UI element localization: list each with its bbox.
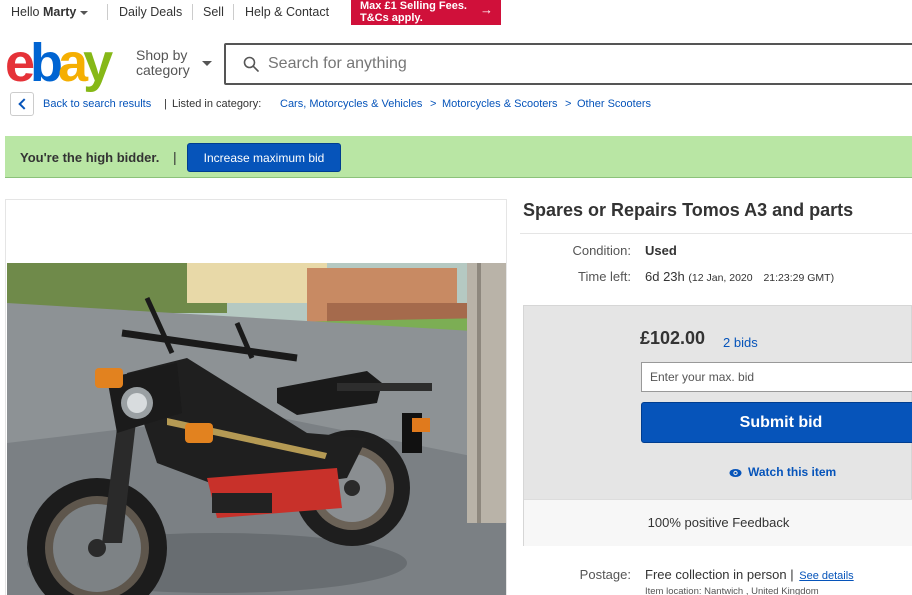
postage-text: Free collection in person | [645,567,794,582]
search-input[interactable] [268,51,868,77]
listed-in-label: Listed in category: [172,98,262,110]
shop-by-category-button[interactable]: Shop by category [136,47,212,78]
breadcrumb-pipe: | [164,98,167,110]
eye-icon [729,469,742,477]
postage-label: Postage: [579,567,631,582]
time-left-label: Time left: [578,269,631,284]
shop-by-line-2: category [136,62,190,78]
breadcrumb-category-motorcycles[interactable]: Motorcycles & Scooters [442,98,558,110]
breadcrumb-category-other-scooters[interactable]: Other Scooters [577,98,651,110]
end-time: 21:23:29 GMT) [763,272,835,284]
see-details-link[interactable]: See details [799,570,853,582]
high-bidder-banner: You're the high bidder. | Increase maxim… [5,136,912,178]
daily-deals-link[interactable]: Daily Deals [119,5,182,19]
listing-title: Spares or Repairs Tomos A3 and parts [523,200,854,220]
condition-value: Used [645,243,677,258]
ebay-logo[interactable]: ebay [5,33,113,93]
search-icon [243,56,259,72]
chevron-left-icon [18,98,30,110]
item-location: Item location: Nantwich , United Kingdom [645,586,819,595]
arrow-right-icon: → [480,2,493,17]
chevron-down-icon [80,10,89,15]
item-photo[interactable] [7,263,506,595]
search-bar [224,43,912,85]
high-bidder-message: You're the high bidder. [20,150,160,165]
time-left-text: 6d 23h [645,269,685,284]
breadcrumb-separator: > [430,98,437,110]
increase-max-bid-button[interactable]: Increase maximum bid [187,143,341,172]
divider [107,4,108,20]
time-left-value: 6d 23h (12 Jan, 2020 21:23:29 GMT) [645,269,834,284]
sell-link[interactable]: Sell [203,5,224,19]
logo-letter-a: a [58,33,88,93]
shop-by-line-1: Shop by [136,47,188,63]
breadcrumb-separator: > [565,98,572,110]
max-bid-input[interactable] [641,362,912,392]
back-to-search-link[interactable]: Back to search results [43,98,151,110]
chevron-down-icon [202,61,212,66]
logo-letter-b: b [30,33,63,93]
back-button[interactable] [10,92,34,116]
help-contact-link[interactable]: Help & Contact [245,5,329,19]
watch-item-label: Watch this item [748,465,837,479]
username: Marty [42,5,77,19]
condition-text: Used [645,243,677,258]
postage-value: Free collection in person | See details [645,567,854,582]
seller-feedback[interactable]: 100% positive Feedback [524,499,912,546]
account-menu[interactable]: Hello Marty [11,5,89,19]
banner-divider: | [173,149,177,165]
divider [192,4,193,20]
greeting-text: Hello [11,5,40,19]
top-utility-bar: Hello Marty Daily Deals Sell Help & Cont… [0,0,912,26]
divider [233,4,234,20]
selling-fees-promo[interactable]: Max £1 Selling Fees. T&Cs apply. → [351,0,501,25]
condition-label: Condition: [572,243,631,258]
title-divider [520,233,912,234]
current-price: £102.00 [640,328,706,348]
submit-bid-button[interactable]: Submit bid [641,402,912,443]
watch-item-link[interactable]: Watch this item [729,465,836,479]
logo-letter-y: y [83,33,113,93]
moped-photo-illustration [7,263,506,595]
end-date: (12 Jan, 2020 [688,272,753,284]
bid-count-link[interactable]: 2 bids [723,335,758,350]
logo-letter-e: e [5,33,35,93]
breadcrumb-category-cars[interactable]: Cars, Motorcycles & Vehicles [280,98,422,110]
